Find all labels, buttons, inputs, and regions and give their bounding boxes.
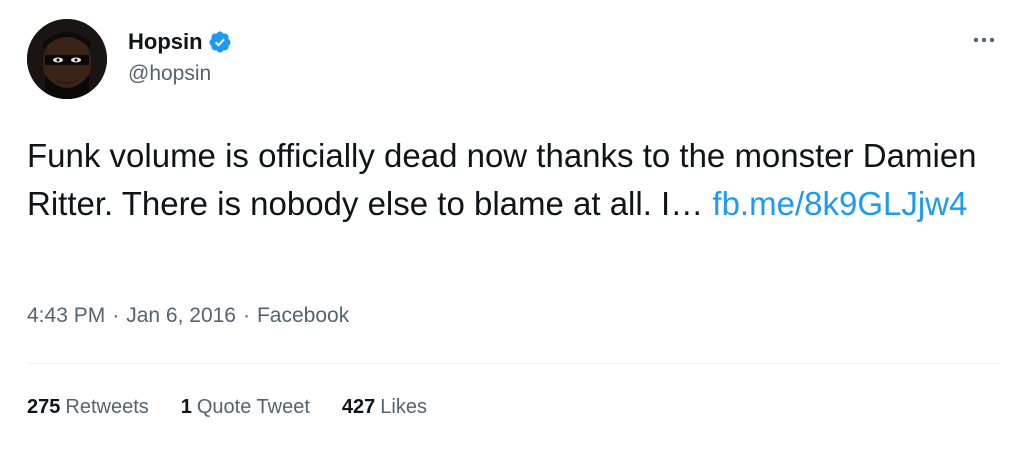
quote-tweets-label: Quote Tweet: [196, 396, 310, 418]
author-display-name[interactable]: Hopsin: [128, 29, 203, 55]
author-avatar[interactable]: [27, 19, 107, 99]
author-handle[interactable]: @hopsin: [128, 62, 211, 86]
likes-count: 427: [341, 396, 376, 418]
ellipsis-icon: [973, 37, 995, 43]
retweets-count: 275: [27, 396, 61, 418]
tweet-card: Hopsin @hopsin Funk volume is officially…: [0, 0, 1024, 453]
verified-badge-icon: [208, 30, 232, 54]
quote-tweets-count: 1: [180, 396, 192, 418]
divider: [27, 363, 999, 364]
avatar-image: [27, 19, 107, 99]
likes-stat[interactable]: 427 Likes: [342, 396, 427, 419]
tweet-date[interactable]: Jan 6, 2016: [126, 304, 236, 328]
tweet-link[interactable]: fb.me/8k9GLJjw4: [712, 185, 967, 222]
retweets-label: Retweets: [65, 396, 149, 418]
likes-label: Likes: [380, 396, 427, 418]
author-name-row[interactable]: Hopsin: [128, 28, 232, 56]
tweet-time[interactable]: 4:43 PM: [27, 304, 105, 328]
more-options-button[interactable]: [966, 30, 1002, 50]
meta-separator: ·: [112, 304, 120, 327]
quote-tweets-stat[interactable]: 1 Quote Tweet: [181, 396, 310, 419]
tweet-stats: 275 Retweets 1 Quote Tweet 427 Likes: [27, 396, 459, 419]
retweets-stat[interactable]: 275 Retweets: [27, 396, 149, 419]
meta-separator: ·: [242, 304, 250, 327]
tweet-body: Funk volume is officially dead now thank…: [27, 132, 987, 228]
tweet-source[interactable]: Facebook: [257, 304, 349, 328]
tweet-meta: 4:43 PM · Jan 6, 2016 · Facebook: [27, 304, 349, 328]
